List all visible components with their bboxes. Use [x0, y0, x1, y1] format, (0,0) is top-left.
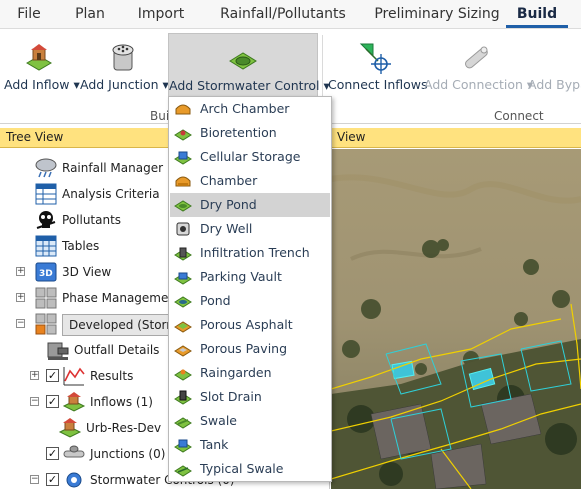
menu-item-dry-well[interactable]: Dry Well — [170, 217, 330, 241]
menu-item-chamber[interactable]: Chamber — [170, 169, 330, 193]
collapse-toggle[interactable]: − — [30, 397, 39, 406]
collapse-toggle[interactable]: − — [30, 475, 39, 484]
add-connection-button[interactable]: Add Connection ▾ — [424, 33, 534, 101]
tree-label: Urb-Res-Dev — [86, 421, 162, 435]
porous-paving-icon — [174, 341, 192, 357]
menu-item-parking-vault[interactable]: Parking Vault — [170, 265, 330, 289]
typical-swale-icon — [174, 461, 192, 477]
map-canvas[interactable] — [331, 149, 581, 489]
pond-icon — [174, 293, 192, 309]
menu-item-bioretention[interactable]: Bioretention — [170, 121, 330, 145]
menu-item-pond[interactable]: Pond — [170, 289, 330, 313]
expand-toggle[interactable]: + — [16, 293, 25, 302]
inflow-icon — [62, 391, 86, 413]
inflows-checkbox[interactable]: ✓ — [46, 395, 59, 408]
add-inflow-label: Add Inflow ▾ — [4, 77, 80, 92]
junction-icon — [106, 41, 140, 75]
tree-label: Results — [90, 369, 134, 383]
stormwater-control-dropdown: Arch Chamber Bioretention Cellular Stora… — [168, 96, 332, 482]
chamber-icon — [174, 173, 192, 189]
cellular-storage-icon — [174, 149, 192, 165]
menu-item-porous-paving[interactable]: Porous Paving — [170, 337, 330, 361]
tree-label: Pollutants — [62, 213, 122, 227]
porous-asphalt-icon — [174, 317, 192, 333]
junctions-checkbox[interactable]: ✓ — [46, 447, 59, 460]
menu-item-porous-asphalt[interactable]: Porous Asphalt — [170, 313, 330, 337]
menu-item-arch-chamber[interactable]: Arch Chamber — [170, 97, 330, 121]
menu-item-typical-swale[interactable]: Typical Swale — [170, 457, 330, 481]
tree-label: Inflows (1) — [90, 395, 153, 409]
tree-label: Junctions (0) — [90, 447, 166, 461]
add-stormwater-control-button[interactable]: Add Stormwater Control ▾ — [168, 33, 330, 101]
outfall-icon — [46, 339, 70, 361]
svg-text:3D: 3D — [39, 269, 53, 279]
aerial-imagery — [331, 149, 581, 489]
menu-item-infiltration-trench[interactable]: Infiltration Trench — [170, 241, 330, 265]
stormwater-control-icon — [226, 42, 260, 76]
add-junction-label: Add Junction ▾ — [80, 77, 169, 92]
results-checkbox[interactable]: ✓ — [46, 369, 59, 382]
menu-item-cellular-storage[interactable]: Cellular Storage — [170, 145, 330, 169]
stormwater-controls-checkbox[interactable]: ✓ — [46, 473, 59, 486]
tree-label: Outfall Details — [74, 343, 160, 357]
add-stormwater-control-label: Add Stormwater Control ▾ — [169, 78, 330, 93]
ribbon-group-connect-label: Connect — [494, 109, 544, 123]
stormwater-controls-icon — [62, 469, 86, 489]
tree-label: Analysis Criteria — [62, 187, 160, 201]
tab-build[interactable]: Build — [506, 0, 568, 28]
menu-item-tank[interactable]: Tank — [170, 433, 330, 457]
tab-file[interactable]: File — [8, 0, 50, 28]
slot-drain-icon — [174, 389, 192, 405]
tree-label: Phase Management — [62, 291, 181, 305]
add-connection-label: Add Connection ▾ — [424, 77, 534, 92]
menu-item-swale[interactable]: Swale — [170, 409, 330, 433]
dry-pond-icon — [174, 197, 192, 213]
tree-label: Tables — [62, 239, 100, 253]
results-chart-icon — [62, 365, 86, 387]
dry-well-icon — [174, 221, 192, 237]
add-bypass-button[interactable]: Add Bypa — [528, 33, 581, 101]
swale-icon — [174, 413, 192, 429]
arch-chamber-icon — [174, 101, 192, 117]
tab-preliminary-sizing[interactable]: Preliminary Sizing — [372, 0, 502, 28]
add-bypass-label: Add Bypa — [528, 77, 581, 92]
connect-inflows-icon — [358, 41, 392, 75]
criteria-grid-icon — [34, 183, 58, 205]
rainfall-cloud-icon — [34, 157, 58, 179]
tree-label: 3D View — [62, 265, 112, 279]
tab-import[interactable]: Import — [130, 0, 192, 28]
infiltration-trench-icon — [174, 245, 192, 261]
bioretention-icon — [174, 125, 192, 141]
table-icon — [34, 235, 58, 257]
collapse-toggle[interactable]: − — [16, 319, 25, 328]
connect-inflows-button[interactable]: Connect Inflows — [328, 33, 428, 101]
developed-phase-icon — [34, 313, 58, 335]
tank-icon — [174, 437, 192, 453]
raingarden-icon — [174, 365, 192, 381]
menu-item-dry-pond[interactable]: Dry Pond — [170, 193, 330, 217]
expand-toggle[interactable]: + — [16, 267, 25, 276]
parking-vault-icon — [174, 269, 192, 285]
add-junction-button[interactable]: Add Junction ▾ — [80, 33, 169, 101]
phase-management-icon — [34, 287, 58, 309]
tab-rainfall-pollutants[interactable]: Rainfall/Pollutants — [218, 0, 348, 28]
pipe-icon — [458, 41, 492, 75]
menu-item-raingarden[interactable]: Raingarden — [170, 361, 330, 385]
inflow-icon — [58, 417, 82, 439]
menu-item-slot-drain[interactable]: Slot Drain — [170, 385, 330, 409]
tab-plan[interactable]: Plan — [66, 0, 114, 28]
junction-pipe-icon — [62, 443, 86, 465]
3d-view-icon: 3D — [34, 261, 58, 283]
add-inflow-button[interactable]: Add Inflow ▾ — [4, 33, 80, 101]
connect-inflows-label: Connect Inflows — [328, 77, 428, 92]
expand-toggle[interactable]: + — [30, 371, 39, 380]
map-view-title: View — [331, 128, 581, 148]
tree-label: Rainfall Manager — [62, 161, 164, 175]
menu-tab-bar: File Plan Import Rainfall/Pollutants Pre… — [0, 0, 581, 28]
pollutant-skull-icon — [34, 209, 58, 231]
inflow-icon — [22, 41, 56, 75]
